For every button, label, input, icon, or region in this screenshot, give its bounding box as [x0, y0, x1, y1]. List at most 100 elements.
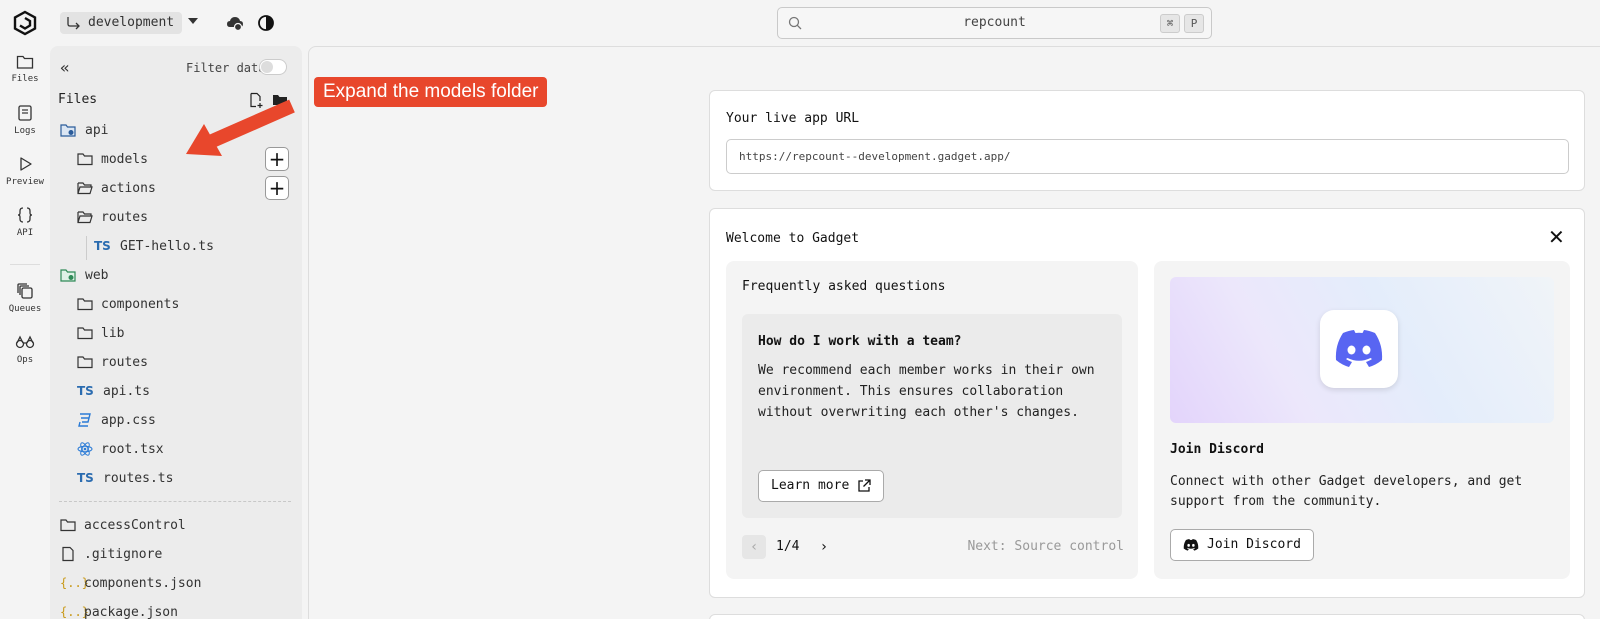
- folder-open-icon: [77, 182, 93, 195]
- tree-item-web-routes[interactable]: routes: [77, 349, 148, 375]
- filter-data-toggle[interactable]: [259, 59, 287, 75]
- rail-label-logs: Logs: [14, 126, 36, 136]
- tree-label: lib: [101, 325, 125, 341]
- rail-item-preview[interactable]: Preview: [0, 155, 50, 187]
- tree-item-api-ts[interactable]: TS api.ts: [77, 378, 150, 404]
- discord-icon: [1335, 330, 1383, 367]
- typescript-icon: TS: [77, 471, 94, 485]
- command-key: ⌘: [1160, 14, 1180, 33]
- rail-item-queues[interactable]: Queues: [0, 282, 50, 314]
- tree-label: api: [85, 122, 109, 138]
- faq-answer: We recommend each member works in their …: [758, 363, 1095, 420]
- tree-item-root-tsx[interactable]: root.tsx: [77, 436, 164, 462]
- tree-item-lib[interactable]: lib: [77, 320, 124, 346]
- discord-title: Join Discord: [1170, 442, 1264, 457]
- branch-selector[interactable]: development: [60, 12, 183, 34]
- next-topic-label[interactable]: Next: Source control: [967, 539, 1124, 554]
- theme-toggle-icon[interactable]: [257, 14, 275, 32]
- css-icon: [78, 413, 91, 427]
- discord-banner: [1170, 277, 1554, 423]
- tree-item-api[interactable]: api: [60, 117, 108, 143]
- p-key: P: [1184, 14, 1204, 33]
- learn-more-button[interactable]: Learn more: [758, 470, 885, 502]
- folder-icon: [60, 519, 76, 532]
- add-action-button[interactable]: +: [265, 176, 289, 200]
- close-icon[interactable]: ✕: [1548, 225, 1565, 249]
- tree-divider: [59, 501, 291, 502]
- tree-label: routes: [101, 354, 148, 370]
- tree-item-models[interactable]: models: [77, 146, 148, 172]
- annotation-arrow: [186, 99, 295, 156]
- rail-label-api: API: [16, 228, 34, 238]
- typescript-icon: TS: [94, 239, 111, 253]
- tree-label: GET-hello.ts: [120, 238, 214, 254]
- discord-logo-tile: [1320, 310, 1398, 388]
- gadget-logo[interactable]: [12, 10, 38, 36]
- tree-item-app-css[interactable]: app.css: [77, 407, 156, 433]
- tree-label: .gitignore: [84, 546, 163, 562]
- tree-item-gitignore[interactable]: .gitignore: [60, 541, 162, 567]
- tree-indent-guide: [86, 236, 87, 260]
- play-icon: [20, 157, 32, 171]
- previous-faq-button[interactable]: ‹: [742, 535, 766, 559]
- tree-item-access-control[interactable]: accessControl: [60, 512, 186, 538]
- json-icon: {..}: [60, 605, 89, 619]
- next-faq-button[interactable]: ›: [812, 535, 836, 559]
- top-bar: development repcount ⌘ P: [0, 0, 1600, 46]
- faq-pager: 1/4: [776, 539, 800, 554]
- folder-open-icon: [77, 211, 93, 224]
- faq-title: Frequently asked questions: [742, 279, 946, 294]
- tree-label: components.json: [84, 575, 202, 591]
- rail-item-logs[interactable]: Logs: [0, 104, 50, 136]
- tree-item-actions[interactable]: actions: [77, 175, 156, 201]
- tree-label: root.tsx: [101, 441, 164, 457]
- files-heading: Files: [58, 92, 98, 107]
- tree-label: components: [101, 296, 180, 312]
- cloud-sync-icon[interactable]: [226, 14, 244, 32]
- braces-icon: [17, 207, 33, 223]
- rail-item-files[interactable]: Files: [0, 54, 50, 84]
- branch-name: development: [88, 15, 175, 30]
- api-folder-icon: [60, 123, 76, 137]
- left-rail: Files Logs Preview API Queues Ops: [0, 46, 50, 619]
- rail-label-preview: Preview: [6, 177, 44, 187]
- tree-label: package.json: [84, 604, 178, 619]
- tree-item-package-json[interactable]: {..} package.json: [60, 599, 178, 619]
- branch-icon: [67, 17, 80, 30]
- discord-panel: Join Discord Connect with other Gadget d…: [1154, 261, 1570, 579]
- welcome-title: Welcome to Gadget: [726, 231, 860, 246]
- tree-label: app.css: [101, 412, 156, 428]
- faq-item: How do I work with a team? We recommend …: [742, 314, 1122, 518]
- rail-item-ops[interactable]: Ops: [0, 333, 50, 365]
- folder-icon: [77, 327, 93, 340]
- web-folder-icon: [60, 268, 76, 282]
- tree-item-components-json[interactable]: {..} components.json: [60, 570, 201, 596]
- logs-icon: [18, 105, 32, 121]
- chevron-down-icon[interactable]: [188, 18, 198, 24]
- learn-more-label: Learn more: [771, 478, 850, 493]
- join-discord-button[interactable]: Join Discord: [1170, 529, 1314, 561]
- tree-item-get-hello[interactable]: TS GET-hello.ts: [94, 233, 214, 259]
- json-icon: {..}: [60, 576, 89, 590]
- live-url-card: Your live app URL https://repcount--deve…: [709, 90, 1585, 191]
- collapse-panel-icon[interactable]: «: [60, 58, 70, 77]
- rail-item-api[interactable]: API: [0, 206, 50, 238]
- tree-label: routes: [101, 209, 148, 225]
- tree-item-web[interactable]: web: [60, 262, 108, 288]
- react-icon: [77, 442, 93, 456]
- folder-icon: [77, 298, 93, 311]
- live-url-label: Your live app URL: [726, 111, 860, 126]
- tree-item-components[interactable]: components: [77, 291, 179, 317]
- file-icon: [62, 546, 74, 562]
- search-value: repcount: [963, 15, 1026, 30]
- welcome-card: Welcome to Gadget ✕ Frequently asked que…: [709, 208, 1585, 598]
- filter-data-label: Filter data: [186, 61, 266, 75]
- search-input[interactable]: repcount ⌘ P: [777, 7, 1212, 39]
- tree-label: web: [85, 267, 109, 283]
- tree-item-api-routes[interactable]: routes: [77, 204, 148, 230]
- live-url-field[interactable]: https://repcount--development.gadget.app…: [726, 139, 1569, 174]
- queues-icon: [17, 283, 33, 299]
- tree-item-routes-ts[interactable]: TS routes.ts: [77, 465, 173, 491]
- binoculars-icon: [15, 335, 35, 349]
- discord-icon: [1183, 539, 1199, 551]
